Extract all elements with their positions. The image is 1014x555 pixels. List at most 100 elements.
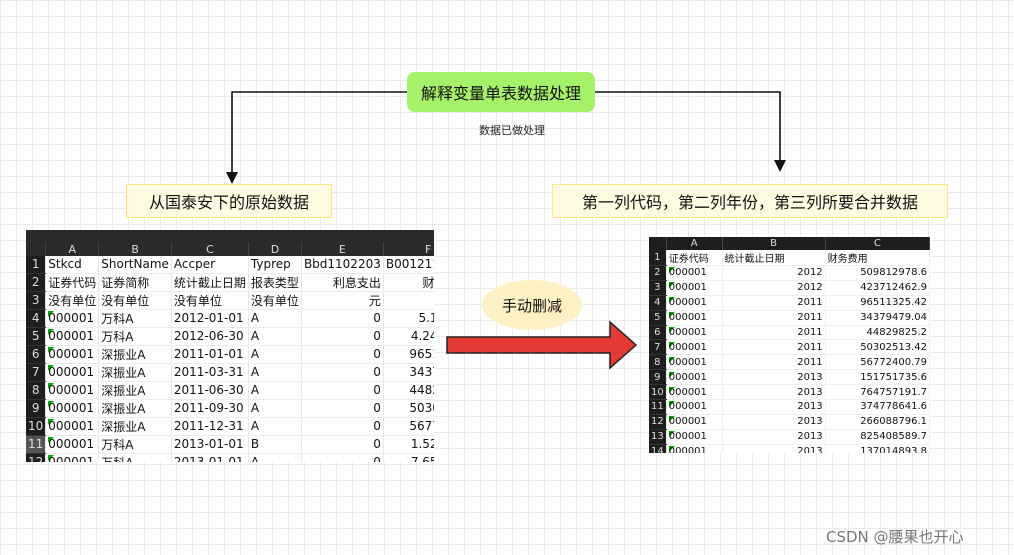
row-number[interactable]: 7 <box>26 363 47 382</box>
table-cell[interactable]: 000001 <box>666 295 723 311</box>
table-cell[interactable]: 利息支出 <box>301 273 384 292</box>
table-cell[interactable]: 44829825.2 <box>825 325 930 341</box>
row-number[interactable]: 3 <box>649 280 667 296</box>
table-cell[interactable]: 56772401 <box>383 417 434 436</box>
row-number[interactable]: 6 <box>649 325 667 341</box>
row-number[interactable]: 7 <box>649 339 667 356</box>
table-cell[interactable]: 2013 <box>722 369 826 386</box>
table-cell[interactable]: A <box>248 453 302 462</box>
table-cell[interactable]: A <box>248 363 302 382</box>
table-cell[interactable]: 000001 <box>666 429 723 445</box>
row-number[interactable]: 14 <box>649 444 667 453</box>
table-cell[interactable]: 000001 <box>45 381 100 400</box>
table-cell[interactable]: 0 <box>301 345 384 364</box>
table-cell[interactable]: 34379479.04 <box>825 310 930 326</box>
table-cell[interactable]: Typrep <box>248 256 302 274</box>
table-cell[interactable]: 509812978.6 <box>825 265 930 281</box>
table-cell[interactable]: 34379479 <box>383 363 434 382</box>
table-cell[interactable]: 元 <box>383 291 434 310</box>
table-cell[interactable]: 1.52E+08 <box>383 435 434 454</box>
table-cell[interactable]: 825408589.7 <box>825 429 930 445</box>
table-cell[interactable]: 2011 <box>722 310 826 326</box>
table-cell[interactable]: 000001 <box>45 345 100 364</box>
table-cell[interactable]: 0 <box>301 381 384 400</box>
table-cell[interactable]: 2011 <box>722 325 826 341</box>
table-cell[interactable]: A <box>248 309 302 328</box>
table-cell[interactable]: 证券代码 <box>45 273 100 292</box>
column-header[interactable]: A <box>666 237 723 250</box>
table-cell[interactable]: B <box>248 435 302 454</box>
table-cell[interactable]: 000001 <box>666 325 723 341</box>
table-cell[interactable]: 2013 <box>722 399 826 415</box>
table-cell[interactable]: 0 <box>301 309 384 328</box>
table-cell[interactable]: 000001 <box>666 444 723 453</box>
table-cell[interactable]: 万科A <box>98 435 172 454</box>
table-cell[interactable]: 2013-01-01 <box>171 435 249 454</box>
table-cell[interactable]: 000001 <box>45 309 100 328</box>
row-number[interactable]: 5 <box>649 310 667 326</box>
table-cell[interactable]: 2012 <box>722 265 826 281</box>
row-number[interactable]: 9 <box>26 399 47 418</box>
table-cell[interactable]: 000001 <box>45 327 100 346</box>
corner-cell[interactable] <box>26 242 47 256</box>
table-cell[interactable]: 2011 <box>722 339 826 356</box>
row-number[interactable]: 11 <box>26 435 47 454</box>
row-number[interactable]: 3 <box>26 291 47 310</box>
row-number[interactable]: 1 <box>26 256 47 274</box>
row-number[interactable]: 2 <box>26 273 47 292</box>
table-cell[interactable]: 没有单位 <box>45 291 100 310</box>
table-cell[interactable]: ShortName <box>98 256 172 274</box>
table-cell[interactable]: 深振业A <box>98 399 172 418</box>
column-header[interactable]: C <box>171 242 249 256</box>
table-cell[interactable]: 000001 <box>666 339 723 356</box>
table-cell[interactable]: 2013 <box>722 429 826 445</box>
table-cell[interactable]: 374778641.6 <box>825 399 930 415</box>
table-cell[interactable]: 4.24E+08 <box>383 327 434 346</box>
table-cell[interactable]: 证券简称 <box>98 273 172 292</box>
table-cell[interactable]: 深振业A <box>98 363 172 382</box>
table-cell[interactable]: 2011-09-30 <box>171 399 249 418</box>
column-header[interactable]: A <box>45 242 100 256</box>
table-cell[interactable]: 764757191.7 <box>825 384 930 401</box>
table-cell[interactable]: 证券代码 <box>666 250 723 266</box>
table-cell[interactable]: 0 <box>301 417 384 436</box>
table-cell[interactable]: 2011-01-01 <box>171 345 249 364</box>
table-cell[interactable]: 2013-01-01 <box>171 453 249 462</box>
table-cell[interactable]: A <box>248 399 302 418</box>
row-number[interactable]: 4 <box>26 309 47 328</box>
table-cell[interactable]: 财务费用 <box>825 250 930 266</box>
row-number[interactable]: 10 <box>26 417 47 436</box>
table-cell[interactable]: 万科A <box>98 453 172 462</box>
table-cell[interactable]: 000001 <box>666 399 723 415</box>
table-cell[interactable]: A <box>248 345 302 364</box>
table-cell[interactable]: A <box>248 381 302 400</box>
row-number[interactable]: 8 <box>26 381 47 400</box>
table-cell[interactable]: 7.65E+08 <box>383 453 434 462</box>
table-cell[interactable]: 96511325.42 <box>825 295 930 311</box>
table-cell[interactable]: 财务费用 <box>383 273 434 292</box>
table-cell[interactable]: 266088796.1 <box>825 414 930 430</box>
table-cell[interactable]: 000001 <box>45 417 100 436</box>
table-cell[interactable]: 2013 <box>722 444 826 453</box>
table-cell[interactable]: 没有单位 <box>171 291 249 310</box>
table-cell[interactable]: 000001 <box>45 453 100 462</box>
table-cell[interactable]: 0 <box>301 327 384 346</box>
column-header[interactable]: F <box>383 242 434 256</box>
table-cell[interactable]: 423712462.9 <box>825 280 930 296</box>
table-cell[interactable]: 2011-03-31 <box>171 363 249 382</box>
table-cell[interactable]: 元 <box>301 291 384 310</box>
row-number[interactable]: 6 <box>26 345 47 364</box>
table-cell[interactable]: 0 <box>301 363 384 382</box>
row-number[interactable]: 12 <box>26 453 47 462</box>
table-cell[interactable]: Accper <box>171 256 249 274</box>
table-cell[interactable]: 2012-06-30 <box>171 327 249 346</box>
table-cell[interactable]: 5.1E+08 <box>383 309 434 328</box>
table-cell[interactable]: 2011-12-31 <box>171 417 249 436</box>
table-cell[interactable]: 统计截止日期 <box>171 273 249 292</box>
table-cell[interactable]: A <box>248 417 302 436</box>
table-cell[interactable]: 深振业A <box>98 345 172 364</box>
table-cell[interactable]: 000001 <box>666 384 723 401</box>
table-cell[interactable]: 000001 <box>45 399 100 418</box>
column-header[interactable]: E <box>301 242 384 256</box>
table-cell[interactable]: 000001 <box>45 435 100 454</box>
